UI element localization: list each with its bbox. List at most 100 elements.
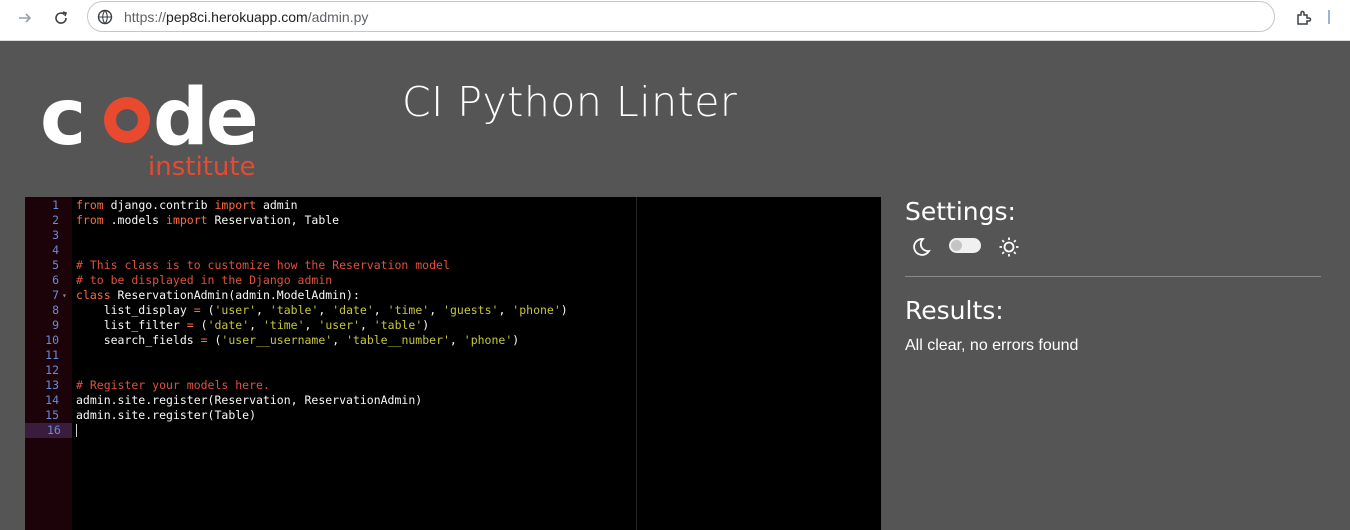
code-line[interactable]: 13 # Register your models here. <box>25 378 881 393</box>
line-number: 1 <box>52 198 59 212</box>
line-number: 2 <box>52 213 59 227</box>
code-token: # to be displayed in the Django admin <box>76 273 333 287</box>
code-token: from <box>76 198 104 212</box>
arrow-right-icon <box>17 10 33 31</box>
code-token: , <box>249 318 263 332</box>
code-token: import <box>214 198 257 212</box>
code-token: 'table__number' <box>346 333 450 347</box>
line-number: 13 <box>45 378 59 392</box>
code-token: class <box>76 288 111 302</box>
code-token: Reservation, Table <box>207 213 340 227</box>
code-token: , <box>332 333 347 347</box>
line-number: 15 <box>45 408 59 422</box>
url-text: https://pep8ci.herokuapp.com/admin.py <box>124 9 368 25</box>
toggle-knob <box>951 240 962 251</box>
site-info-icon[interactable] <box>96 8 114 26</box>
code-line[interactable]: 1 from django.contrib import admin <box>25 198 881 213</box>
code-text: # Register your models here. <box>76 378 270 393</box>
code-text: list_filter = ('date', 'time', 'user', '… <box>76 318 430 333</box>
code-token: 'date' <box>207 318 250 332</box>
code-token: 'time' <box>387 303 430 317</box>
code-line[interactable]: 16 <box>25 423 881 438</box>
address-bar[interactable]: https://pep8ci.herokuapp.com/admin.py <box>87 1 1275 32</box>
code-line[interactable]: 5 # This class is to customize how the Re… <box>25 258 881 273</box>
code-token: 'date' <box>332 303 374 317</box>
code-line[interactable]: 14 admin.site.register(Reservation, Reser… <box>25 393 881 408</box>
url-scheme: https:// <box>124 9 167 25</box>
line-number: 11 <box>45 348 59 362</box>
code-token: list_filter <box>76 318 187 332</box>
code-token: ) <box>422 318 430 332</box>
line-number: 8 <box>52 303 59 317</box>
svg-text:institute: institute <box>148 152 256 180</box>
forward-button[interactable] <box>11 6 39 34</box>
code-token: , <box>498 303 513 317</box>
code-token: ( <box>200 303 215 317</box>
code-text: class ReservationAdmin(admin.ModelAdmin)… <box>76 288 360 303</box>
code-token: , <box>449 333 464 347</box>
code-line[interactable]: 4 <box>25 243 881 258</box>
code-line[interactable]: 9 list_filter = ('date', 'time', 'user',… <box>25 318 881 333</box>
code-text: search_fields = ('user__username', 'tabl… <box>76 333 520 348</box>
code-token: , <box>359 318 374 332</box>
code-token: = <box>193 303 201 317</box>
settings-divider <box>905 276 1321 277</box>
code-token: ReservationAdmin(admin.ModelAdmin): <box>110 288 360 302</box>
code-line[interactable]: 2 from .models import Reservation, Table <box>25 213 881 228</box>
code-token: 'phone' <box>463 333 513 347</box>
fold-arrow-icon[interactable]: ▾ <box>62 288 67 303</box>
code-token: 'user' <box>318 318 360 332</box>
code-token: from <box>76 213 104 227</box>
settings-heading: Settings: <box>905 197 1016 226</box>
code-line[interactable]: 3 <box>25 228 881 243</box>
code-token: , <box>429 303 444 317</box>
code-token: # Register your models here. <box>76 378 270 392</box>
code-line[interactable]: 8 list_display = ('user', 'table', 'date… <box>25 303 881 318</box>
code-token: 'user' <box>214 303 257 317</box>
code-text: # This class is to customize how the Res… <box>76 258 450 273</box>
code-text: admin.site.register(Reservation, Reserva… <box>76 393 422 408</box>
reload-button[interactable] <box>47 6 75 34</box>
code-token: 'user__username' <box>221 333 333 347</box>
code-line[interactable]: 11 <box>25 348 881 363</box>
code-token: 'table' <box>373 318 423 332</box>
profile-indicator[interactable] <box>1328 10 1330 24</box>
code-token: , <box>318 303 333 317</box>
extensions-button[interactable] <box>1290 6 1318 34</box>
theme-toggle[interactable] <box>949 238 981 253</box>
text-cursor <box>76 424 77 437</box>
code-line[interactable]: 10 search_fields = ('user__username', 't… <box>25 333 881 348</box>
page-title: CI Python Linter <box>402 78 738 126</box>
code-token: django.contrib <box>103 198 215 212</box>
code-text: list_display = ('user', 'table', 'date',… <box>76 303 568 318</box>
url-path: /admin.py <box>307 9 369 25</box>
code-token: ) <box>512 333 520 347</box>
code-line[interactable]: 6 # to be displayed in the Django admin <box>25 273 881 288</box>
editor-lines[interactable]: 1 from django.contrib import admin 2 from .… <box>25 198 881 438</box>
code-token: admin.site.register(Reservation, Reserva… <box>76 393 423 407</box>
code-token: = <box>200 333 208 347</box>
code-line[interactable]: 7 ▾ class ReservationAdmin(admin.ModelAdmi… <box>25 288 881 303</box>
code-token: 'phone' <box>512 303 561 317</box>
code-editor[interactable]: 1 from django.contrib import admin 2 from .… <box>25 197 881 530</box>
browser-toolbar: https://pep8ci.herokuapp.com/admin.py <box>0 0 1350 41</box>
code-token: 'time' <box>262 318 305 332</box>
code-text: admin.site.register(Table) <box>76 408 256 423</box>
code-token: 'guests' <box>443 303 499 317</box>
code-token: import <box>166 213 208 227</box>
line-number: 16 <box>25 423 72 438</box>
line-number: 5 <box>52 258 59 272</box>
code-token: = <box>186 318 194 332</box>
svg-text:de: de <box>153 80 256 163</box>
reload-icon <box>53 10 69 31</box>
results-message: All clear, no errors found <box>905 337 1079 354</box>
code-line[interactable]: 15 admin.site.register(Table) <box>25 408 881 423</box>
code-token: ( <box>193 318 208 332</box>
line-number: 10 <box>45 333 59 347</box>
code-token: , <box>256 303 270 317</box>
puzzle-extension-icon <box>1295 9 1313 32</box>
code-line[interactable]: 12 <box>25 363 881 378</box>
code-token: # This class is to customize how the Res… <box>76 258 450 272</box>
line-number: 14 <box>45 393 59 407</box>
code-token: list_display <box>76 303 194 317</box>
